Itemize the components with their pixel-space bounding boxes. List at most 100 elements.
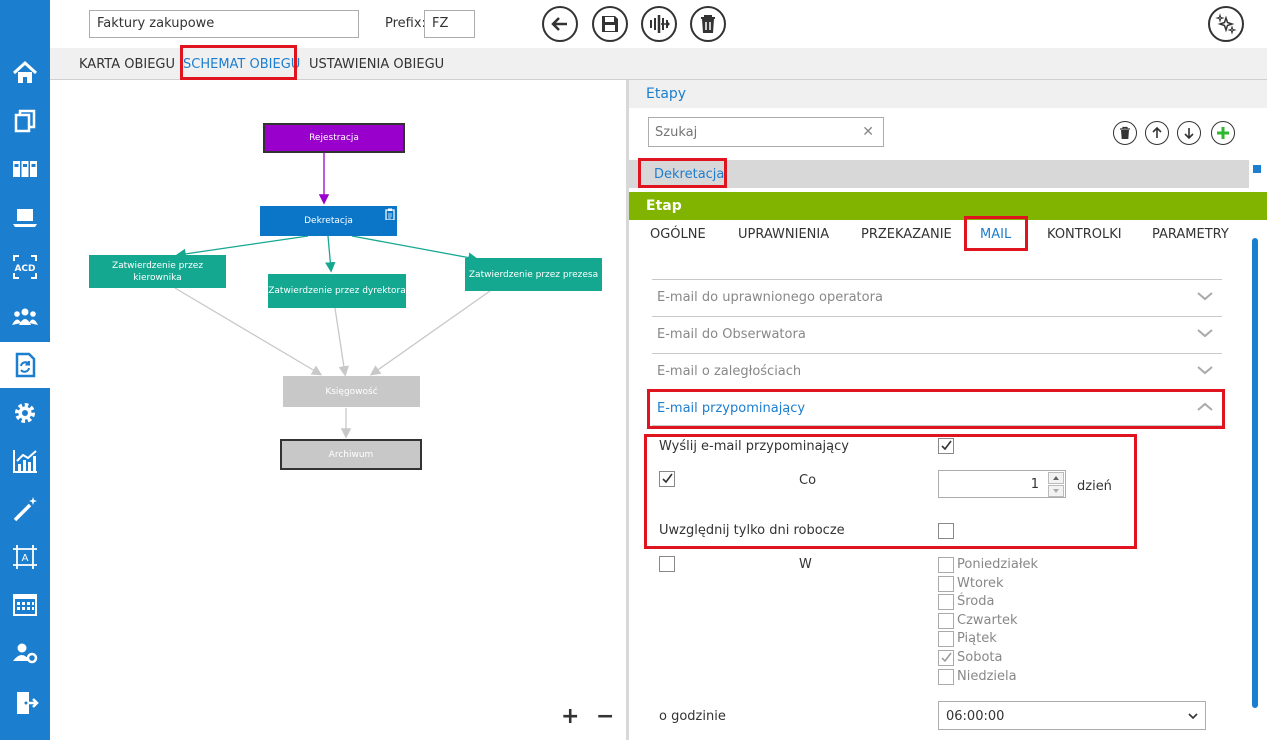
caret-down-icon	[1053, 489, 1059, 493]
accordion-email-reminder[interactable]: E-mail przypominający	[652, 390, 1222, 426]
spin-up-button[interactable]	[1048, 472, 1064, 484]
day-checkbox[interactable]	[938, 594, 954, 610]
tab-kontrolki[interactable]: KONTROLKI	[1047, 227, 1122, 242]
node-ksiegowosc[interactable]: Księgowość	[283, 376, 420, 407]
sparkle-icon	[1215, 13, 1237, 35]
nav-wizard[interactable]	[0, 486, 50, 532]
day-checkbox[interactable]	[938, 557, 954, 573]
split-icon	[650, 15, 670, 33]
add-stage-button[interactable]	[1211, 121, 1235, 145]
home-icon	[12, 60, 38, 83]
ocr-icon: ACD	[13, 255, 37, 279]
nav-calendar[interactable]	[0, 582, 50, 628]
zoom-in-button[interactable]: +	[561, 704, 579, 729]
node-zatwierdzenie-prezesa[interactable]: Zatwierdzenie przez prezesa	[465, 258, 602, 291]
zoom-out-button[interactable]: −	[596, 704, 614, 729]
node-zatwierdzenie-dyrektora[interactable]: Zatwierdzenie przez dyrektora	[268, 274, 406, 308]
tab-schemat-obiegu[interactable]: SCHEMAT OBIEGU	[183, 57, 300, 72]
workdays-label: Uwzględnij tylko dni robocze	[659, 523, 845, 538]
accordion-email-observer[interactable]: E-mail do Obserwatora	[652, 316, 1222, 352]
day-label: Piątek	[957, 631, 997, 646]
day-checkbox[interactable]	[938, 650, 954, 666]
time-label: o godzinie	[659, 709, 726, 724]
tab-ustawienia-obiegu[interactable]: USTAWIENIA OBIEGU	[309, 57, 444, 72]
node-zatwierdzenie-kierownika[interactable]: Zatwierdzenie przez kierownika	[89, 255, 226, 288]
workflow-icon	[15, 352, 36, 378]
stage-search[interactable]: ✕	[648, 117, 884, 147]
edge-dekretacja-dyrektor	[325, 235, 336, 273]
day-checkbox[interactable]	[938, 576, 954, 592]
clipboard-icon	[385, 208, 395, 220]
plus-icon	[1217, 127, 1229, 139]
trash-icon	[1120, 126, 1130, 139]
interval-checkbox[interactable]	[659, 471, 675, 487]
tab-parametry[interactable]: PARAMETRY	[1152, 227, 1229, 242]
magic-wand-icon	[13, 497, 37, 522]
tab-przekazanie[interactable]: PRZEKAZANIE	[861, 227, 952, 242]
nav-laptop[interactable]	[0, 194, 50, 240]
stage-list-item[interactable]: Dekretacja	[629, 160, 1249, 188]
arrow-up-icon	[1152, 126, 1162, 138]
node-dekretacja[interactable]: Dekretacja	[260, 206, 397, 236]
node-rejestracja[interactable]: Rejestracja	[263, 123, 405, 153]
accordion-email-overdue[interactable]: E-mail o zaległościach	[652, 353, 1222, 389]
check-icon	[941, 440, 952, 451]
binders-icon	[13, 161, 37, 177]
tab-mail[interactable]: MAIL	[980, 227, 1011, 242]
tab-uprawnienia[interactable]: UPRAWNIENIA	[738, 227, 829, 242]
workdays-checkbox[interactable]	[938, 523, 954, 539]
nav-documents[interactable]	[0, 98, 50, 144]
flow-canvas[interactable]: Rejestracja Dekretacja Zatwierdzenie prz…	[50, 80, 626, 740]
send-reminder-checkbox[interactable]	[938, 438, 954, 454]
spin-down-button[interactable]	[1048, 485, 1064, 497]
nav-workflow[interactable]	[0, 342, 50, 388]
etapy-title: Etapy	[646, 86, 687, 102]
stage-label-dekretacja: Dekretacja	[654, 167, 725, 182]
day-checkbox[interactable]	[938, 631, 954, 647]
tab-karta-obiegu[interactable]: KARTA OBIEGU	[79, 57, 175, 72]
time-select[interactable]: 06:00:00	[938, 701, 1206, 730]
day-label: Niedziela	[957, 669, 1017, 684]
template-icon: A	[13, 545, 37, 569]
nav-logout[interactable]	[0, 680, 50, 726]
delete-button[interactable]	[690, 6, 726, 42]
nav-binders[interactable]	[0, 146, 50, 192]
day-checkbox[interactable]	[938, 613, 954, 629]
prefix-input[interactable]: FZ	[424, 10, 475, 38]
node-archiwum[interactable]: Archiwum	[280, 439, 422, 470]
save-button[interactable]	[592, 6, 628, 42]
nav-ocr[interactable]: ACD	[0, 244, 50, 290]
back-button[interactable]	[542, 6, 578, 42]
vertical-scrollbar[interactable]	[1252, 238, 1258, 708]
clear-search-icon[interactable]: ✕	[862, 124, 874, 140]
day-label: Środa	[957, 594, 995, 609]
flow-connectors	[174, 153, 491, 439]
move-up-button[interactable]	[1145, 121, 1169, 145]
accordion-email-operator[interactable]: E-mail do uprawnionego operatora	[652, 279, 1222, 315]
nav-template[interactable]: A	[0, 534, 50, 580]
nav-users[interactable]	[0, 294, 50, 340]
svg-text:ACD: ACD	[14, 264, 35, 274]
ai-assistant-button[interactable]	[1208, 6, 1244, 42]
nav-settings[interactable]	[0, 390, 50, 436]
split-button[interactable]	[641, 6, 677, 42]
nav-user-settings[interactable]	[0, 630, 50, 676]
weekday-label: W	[799, 557, 812, 572]
search-input[interactable]	[649, 118, 849, 146]
tab-ogolne[interactable]: OGÓLNE	[650, 227, 706, 242]
edge-dekretacja-prezes	[351, 235, 479, 263]
interval-number-input[interactable]: 1	[938, 470, 1066, 498]
nav-home[interactable]	[0, 50, 50, 96]
move-down-button[interactable]	[1177, 121, 1201, 145]
caret-up-icon	[1053, 476, 1059, 480]
edge-dekretacja-kierownik	[175, 235, 309, 260]
workflow-name-input[interactable]: Faktury zakupowe	[89, 10, 359, 38]
accordion-label: E-mail o zaległościach	[657, 364, 802, 379]
weekday-checkbox[interactable]	[659, 556, 675, 572]
nav-analytics[interactable]	[0, 438, 50, 484]
day-label: Poniedziałek	[957, 557, 1039, 572]
trash-icon	[701, 15, 715, 33]
day-checkbox[interactable]	[938, 669, 954, 685]
edge-dyrektor-ksiegowosc	[334, 307, 349, 377]
delete-stage-button[interactable]	[1113, 121, 1137, 145]
